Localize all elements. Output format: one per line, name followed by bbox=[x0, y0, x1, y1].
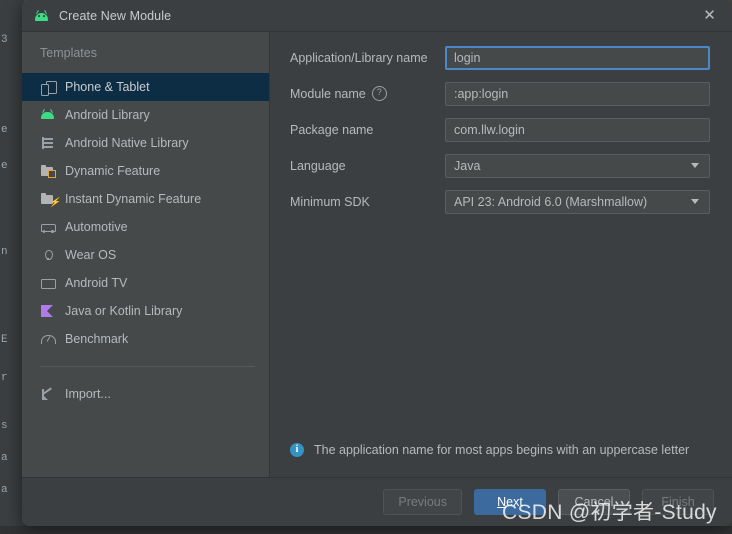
native-library-icon bbox=[40, 135, 56, 151]
sidebar-item-import[interactable]: Import... bbox=[22, 380, 269, 408]
android-tv-icon bbox=[40, 275, 56, 291]
dynamic-feature-folder-icon bbox=[40, 163, 56, 179]
info-circle-icon: i bbox=[290, 443, 304, 457]
sidebar-item-benchmark[interactable]: Benchmark bbox=[22, 325, 269, 353]
next-button-mnemonic: N bbox=[497, 495, 507, 509]
templates-header: Templates bbox=[40, 45, 97, 60]
close-icon[interactable]: ✕ bbox=[687, 0, 732, 31]
create-new-module-dialog: Create New Module ✕ Templates Phone & Ta… bbox=[22, 0, 732, 526]
package-name-label: Package name bbox=[290, 122, 374, 137]
form-row-minimum-sdk: Minimum SDK API 23: Android 6.0 (Marshma… bbox=[290, 189, 710, 214]
info-message: i The application name for most apps beg… bbox=[270, 442, 732, 459]
gutter-fragment: n bbox=[1, 246, 8, 258]
chevron-down-icon bbox=[691, 163, 699, 168]
form-area: Application/Library name login Module na… bbox=[270, 32, 732, 442]
gutter-fragment: E bbox=[1, 334, 8, 346]
sidebar-item-label: Wear OS bbox=[65, 248, 117, 262]
dialog-body: Templates Phone & Tablet Android Library… bbox=[22, 31, 732, 477]
gutter-fragment: e bbox=[1, 160, 8, 172]
gutter-fragment: e bbox=[1, 124, 8, 136]
language-select[interactable]: Java bbox=[445, 153, 710, 178]
sidebar-item-label: Phone & Tablet bbox=[65, 80, 150, 94]
sidebar-item-wear-os[interactable]: Wear OS bbox=[22, 241, 269, 269]
module-name-input[interactable]: :app:login bbox=[445, 81, 710, 106]
gutter-fragment: a bbox=[1, 452, 8, 464]
next-button-rest: ext bbox=[506, 495, 523, 509]
app-name-label: Application/Library name bbox=[290, 50, 428, 65]
dialog-title: Create New Module bbox=[59, 8, 172, 23]
sidebar-item-label: Android Library bbox=[65, 108, 150, 122]
sidebar-item-instant-dynamic-feature[interactable]: ⚡ Instant Dynamic Feature bbox=[22, 185, 269, 213]
help-circle-icon[interactable]: ? bbox=[371, 86, 387, 101]
minimum-sdk-label: Minimum SDK bbox=[290, 194, 370, 209]
automotive-car-icon bbox=[40, 219, 56, 235]
sidebar-item-label: Automotive bbox=[65, 220, 128, 234]
sidebar-item-phone-tablet[interactable]: Phone & Tablet bbox=[22, 73, 269, 101]
phone-tablet-icon bbox=[40, 79, 57, 96]
kotlin-icon bbox=[40, 303, 56, 319]
form-row-module-name: Module name ? :app:login bbox=[290, 81, 710, 106]
next-button[interactable]: Next bbox=[474, 489, 546, 515]
android-logo-icon bbox=[33, 9, 50, 22]
minimum-sdk-select[interactable]: API 23: Android 6.0 (Marshmallow) bbox=[445, 189, 710, 214]
module-form-pane: Application/Library name login Module na… bbox=[270, 32, 732, 477]
chevron-down-icon bbox=[691, 199, 699, 204]
module-name-label: Module name ? bbox=[290, 86, 445, 101]
app-name-input[interactable]: login bbox=[445, 45, 710, 70]
previous-button[interactable]: Previous bbox=[383, 489, 462, 515]
instant-feature-folder-icon: ⚡ bbox=[40, 191, 60, 207]
templates-sidebar: Templates Phone & Tablet Android Library… bbox=[22, 32, 270, 477]
sidebar-item-dynamic-feature[interactable]: Dynamic Feature bbox=[22, 157, 269, 185]
gutter-fragment: 3 bbox=[1, 34, 8, 46]
sidebar-item-label: Instant Dynamic Feature bbox=[65, 192, 202, 206]
sidebar-item-label: Import... bbox=[65, 387, 111, 401]
cancel-button[interactable]: Cancel bbox=[558, 489, 630, 515]
wear-os-watch-icon bbox=[40, 247, 56, 263]
dialog-footer: Previous Next Cancel Finish bbox=[22, 477, 732, 526]
form-row-package-name: Package name com.llw.login bbox=[290, 117, 710, 142]
gutter-fragment: a bbox=[1, 484, 8, 496]
language-label: Language bbox=[290, 158, 346, 173]
form-row-app-name: Application/Library name login bbox=[290, 45, 710, 70]
dialog-titlebar: Create New Module ✕ bbox=[22, 0, 732, 31]
sidebar-item-android-native-library[interactable]: Android Native Library bbox=[22, 129, 269, 157]
minimum-sdk-selected-value: API 23: Android 6.0 (Marshmallow) bbox=[454, 194, 648, 209]
finish-button[interactable]: Finish bbox=[642, 489, 714, 515]
sidebar-item-android-library[interactable]: Android Library bbox=[22, 101, 269, 129]
sidebar-item-android-tv[interactable]: Android TV bbox=[22, 269, 269, 297]
import-arrow-icon bbox=[40, 386, 56, 402]
sidebar-item-label: Android TV bbox=[65, 276, 128, 290]
android-robot-icon bbox=[40, 107, 56, 123]
sidebar-item-label: Android Native Library bbox=[65, 136, 189, 150]
sidebar-item-automotive[interactable]: Automotive bbox=[22, 213, 269, 241]
sidebar-item-label: Dynamic Feature bbox=[65, 164, 161, 178]
gutter-fragment: s bbox=[1, 420, 8, 432]
form-row-language: Language Java bbox=[290, 153, 710, 178]
sidebar-divider bbox=[40, 366, 255, 367]
sidebar-item-java-or-kotlin-library[interactable]: Java or Kotlin Library bbox=[22, 297, 269, 325]
module-name-label-text: Module name bbox=[290, 86, 366, 101]
info-message-text: The application name for most apps begin… bbox=[314, 443, 690, 457]
ide-status-bar bbox=[0, 526, 732, 534]
sidebar-item-label: Java or Kotlin Library bbox=[65, 304, 183, 318]
sidebar-item-label: Benchmark bbox=[65, 332, 129, 346]
gutter-fragment: r bbox=[1, 372, 8, 384]
language-selected-value: Java bbox=[454, 158, 481, 173]
package-name-input[interactable]: com.llw.login bbox=[445, 117, 710, 142]
benchmark-gauge-icon bbox=[40, 331, 56, 347]
